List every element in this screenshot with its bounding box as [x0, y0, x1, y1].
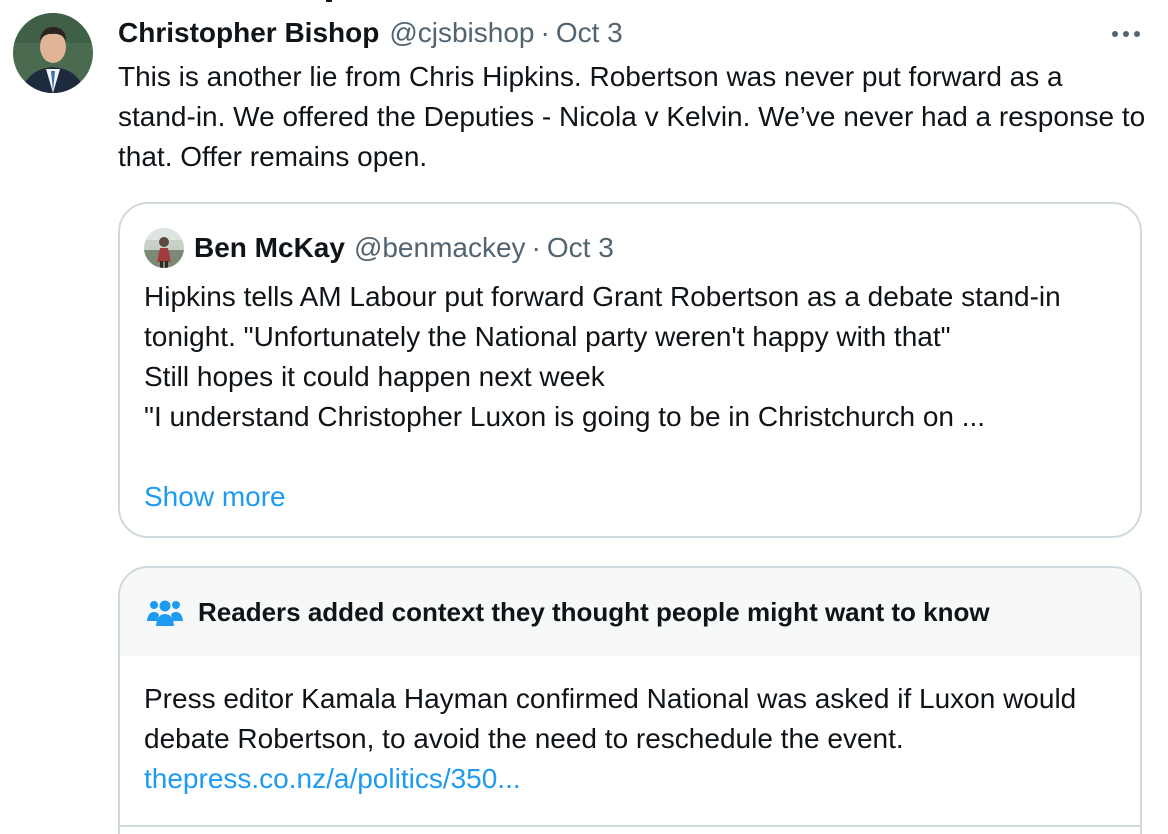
avatar[interactable]: [13, 13, 93, 93]
community-note-text: Press editor Kamala Hayman confirmed Nat…: [144, 683, 1077, 754]
quoted-tweet-header: Ben McKay @benmackey · Oct 3: [144, 228, 614, 268]
quoted-tweet-card[interactable]: Ben McKay @benmackey · Oct 3 Hipkins tel…: [118, 202, 1142, 538]
community-note-card: Readers added context they thought peopl…: [118, 566, 1142, 834]
tweet-page: Christopher Bishop @cjsbishop · Oct 3 Th…: [0, 0, 1168, 834]
show-more-link[interactable]: Show more: [144, 477, 286, 517]
quoted-tweet-date[interactable]: Oct 3: [547, 232, 614, 264]
ellipsis-horizontal-icon: [1112, 31, 1140, 37]
more-options-button[interactable]: [1104, 22, 1148, 46]
quoted-text-line: "I understand Christopher Luxon is going…: [144, 401, 986, 432]
quoted-author-avatar[interactable]: [144, 228, 184, 268]
avatar-image: [13, 13, 93, 93]
tweet-header: Christopher Bishop @cjsbishop · Oct 3: [118, 14, 623, 52]
divider: [120, 825, 1140, 827]
quoted-text-line: Hipkins tells AM Labour put forward Gran…: [144, 281, 1061, 352]
dot-separator: ·: [531, 232, 541, 263]
previous-tweet-fragment: [0, 0, 1168, 10]
author-handle[interactable]: @cjsbishop: [389, 14, 534, 52]
author-name[interactable]: Christopher Bishop: [118, 14, 379, 52]
community-note-title: Readers added context they thought peopl…: [198, 596, 990, 627]
dot-separator: ·: [540, 17, 550, 48]
tweet-text: This is another lie from Chris Hipkins. …: [118, 61, 1146, 172]
people-icon: [147, 600, 183, 626]
quoted-avatar-image: [144, 228, 184, 268]
tweet-date[interactable]: Oct 3: [556, 14, 623, 52]
community-note-header: Readers added context they thought peopl…: [120, 568, 1140, 656]
quoted-tweet-text: Hipkins tells AM Labour put forward Gran…: [144, 277, 1129, 437]
previous-tweet-text-fragment: [326, 0, 332, 2]
quoted-text-line: Still hopes it could happen next week: [144, 361, 605, 392]
community-note-body: Press editor Kamala Hayman confirmed Nat…: [144, 679, 1134, 799]
community-note-link[interactable]: thepress.co.nz/a/politics/350...: [144, 759, 1134, 799]
quoted-author-name[interactable]: Ben McKay: [194, 232, 345, 264]
quoted-author-handle[interactable]: @benmackey: [354, 232, 526, 264]
